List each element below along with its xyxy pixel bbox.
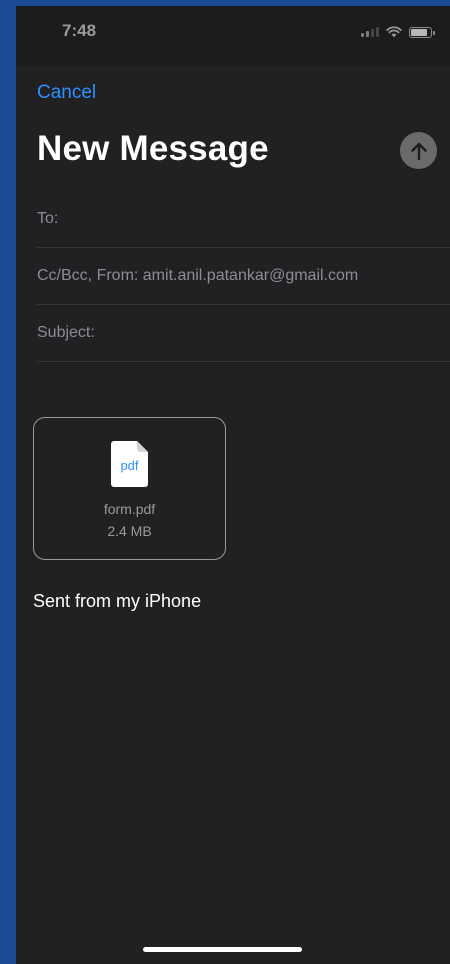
- attachment-file-name: form.pdf: [103, 501, 156, 517]
- cc-bcc-from-field[interactable]: Cc/Bcc, From: amit.anil.patankar@gmail.c…: [37, 249, 450, 305]
- signal-icon: [361, 27, 379, 37]
- pdf-file-icon: pdf: [111, 441, 148, 487]
- to-label: To:: [37, 210, 59, 227]
- subject-field[interactable]: Subject:: [37, 306, 450, 362]
- cancel-button[interactable]: Cancel: [37, 82, 96, 104]
- pdf-type-label: pdf: [120, 458, 138, 473]
- wifi-icon: [386, 26, 402, 38]
- cc-bcc-from-label: Cc/Bcc, From: amit.anil.patankar@gmail.c…: [37, 267, 359, 284]
- send-button[interactable]: [400, 132, 437, 169]
- attachment-file-size: 2.4 MB: [107, 523, 152, 539]
- battery-icon: [409, 26, 435, 38]
- email-signature[interactable]: Sent from my iPhone: [33, 591, 201, 612]
- arrow-up-icon: [410, 142, 427, 160]
- attachment-card[interactable]: pdf form.pdf 2.4 MB: [33, 417, 226, 560]
- status-time: 7:48: [62, 21, 97, 40]
- status-bar: 7:48: [16, 6, 450, 66]
- status-icons: [361, 26, 435, 38]
- page-title: New Message: [37, 129, 269, 168]
- home-indicator[interactable]: [143, 947, 302, 952]
- to-field[interactable]: To:: [37, 192, 450, 248]
- mail-compose-screen: 7:48 Cancel New Message To: Cc/Bcc, From…: [16, 6, 450, 964]
- subject-label: Subject:: [37, 324, 95, 341]
